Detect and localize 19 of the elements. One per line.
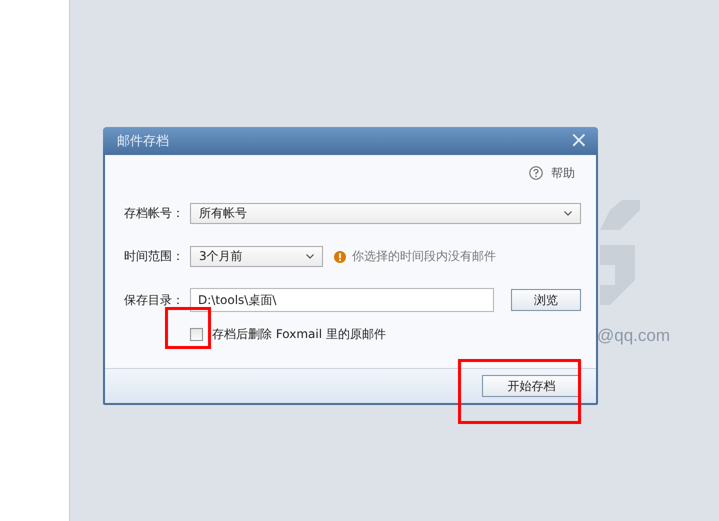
- highlight-frame: [165, 307, 211, 349]
- browse-button[interactable]: 浏览: [511, 289, 581, 311]
- directory-field[interactable]: D:\tools\桌面\: [190, 288, 494, 312]
- time-range-label: 时间范围：: [124, 248, 185, 265]
- delete-option-label: 存档后删除 Foxmail 里的原邮件: [212, 326, 386, 343]
- warning-message: 你选择的时间段内没有邮件: [352, 248, 496, 265]
- start-archive-button[interactable]: 开始存档: [482, 375, 581, 397]
- time-range-dropdown[interactable]: 3个月前: [190, 246, 323, 267]
- account-label: 存档帐号：: [124, 205, 185, 222]
- caret-icon: [306, 254, 314, 259]
- dialog-title: 邮件存档: [117, 133, 169, 150]
- warning-icon: [334, 250, 346, 262]
- delete-checkbox[interactable]: [190, 328, 203, 341]
- help-link[interactable]: 帮助: [551, 164, 575, 182]
- account-suffix: @qq.com: [597, 326, 670, 346]
- account-dropdown[interactable]: 所有帐号: [190, 203, 581, 224]
- directory-label: 保存目录：: [124, 292, 185, 308]
- caret-icon: [564, 211, 572, 216]
- help-icon[interactable]: [529, 166, 543, 180]
